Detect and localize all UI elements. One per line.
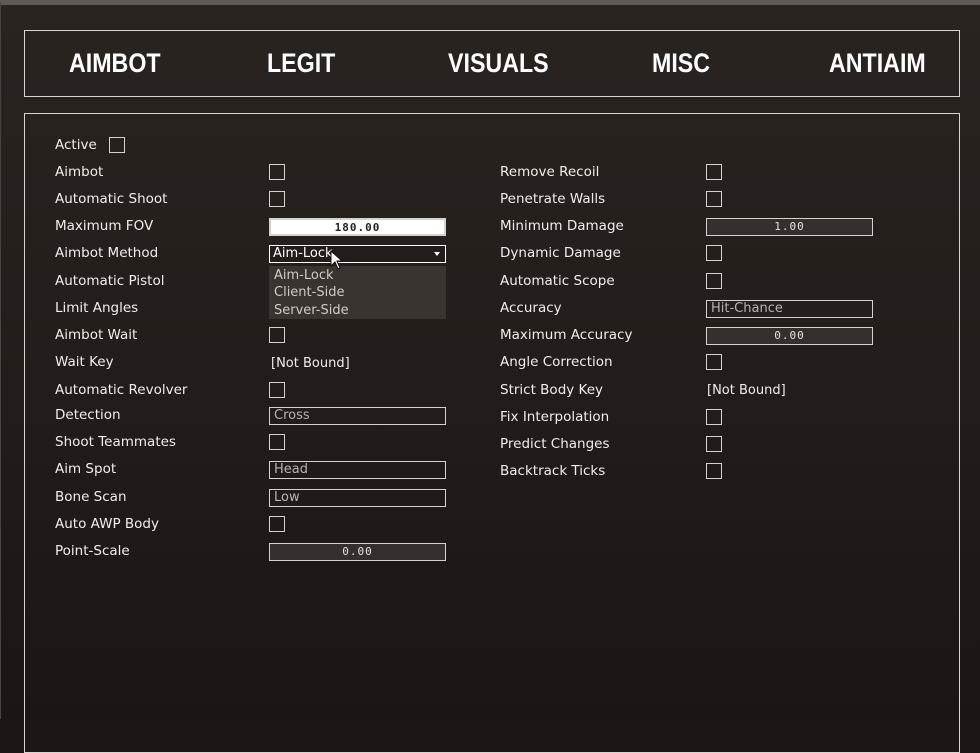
shoot-teammates-checkbox[interactable] (269, 434, 285, 450)
aim-spot-select[interactable]: Head (269, 461, 446, 479)
tab-bar: AIMBOT LEGIT VISUALS MISC ANTIAIM (24, 30, 960, 97)
dynamic-damage-checkbox[interactable] (706, 245, 722, 261)
strict-body-key-label: Strict Body Key (500, 382, 604, 398)
automatic-revolver-checkbox[interactable] (269, 382, 285, 398)
maximum-fov-slider[interactable]: 180.00 (269, 218, 446, 236)
tab-misc[interactable]: MISC (652, 31, 710, 96)
angle-correction-checkbox[interactable] (706, 354, 722, 370)
aim-spot-label: Aim Spot (55, 461, 117, 477)
active-checkbox[interactable] (109, 137, 125, 153)
dynamic-damage-label: Dynamic Damage (500, 245, 621, 261)
strict-body-key-binding[interactable]: [Not Bound] (707, 383, 786, 398)
backtrack-ticks-label: Backtrack Ticks (500, 463, 606, 479)
cheat-menu-window: AIMBOT LEGIT VISUALS MISC ANTIAIM Active… (0, 0, 980, 753)
aimbot-wait-label: Aimbot Wait (55, 327, 138, 343)
mouse-pointer-icon (330, 250, 344, 270)
tab-visuals[interactable]: VISUALS (448, 31, 549, 96)
automatic-scope-label: Automatic Scope (500, 273, 615, 289)
automatic-pistol-label: Automatic Pistol (55, 273, 165, 289)
shoot-teammates-label: Shoot Teammates (55, 434, 176, 450)
wait-key-label: Wait Key (55, 354, 114, 370)
aimbot-wait-checkbox[interactable] (269, 327, 285, 343)
aimbot-method-label: Aimbot Method (55, 245, 159, 261)
angle-correction-label: Angle Correction (500, 354, 613, 370)
automatic-scope-checkbox[interactable] (706, 273, 722, 289)
penetrate-walls-checkbox[interactable] (706, 191, 722, 207)
maximum-accuracy-slider[interactable]: 0.00 (706, 327, 873, 345)
aimbot-method-selected: Aim-Lock (273, 246, 333, 261)
option-client-side[interactable]: Client-Side (274, 285, 344, 301)
detection-label: Detection (55, 407, 121, 423)
aimbot-label: Aimbot (55, 164, 104, 180)
automatic-shoot-checkbox[interactable] (269, 191, 285, 207)
minimum-damage-slider[interactable]: 1.00 (706, 218, 873, 236)
fix-interpolation-label: Fix Interpolation (500, 409, 610, 425)
chevron-down-icon (434, 252, 440, 256)
point-scale-slider[interactable]: 0.00 (269, 543, 446, 561)
predict-changes-label: Predict Changes (500, 436, 610, 452)
bone-scan-label: Bone Scan (55, 489, 127, 505)
tab-antiaim[interactable]: ANTIAIM (829, 31, 926, 96)
minimum-damage-label: Minimum Damage (500, 218, 624, 234)
tab-aimbot[interactable]: AIMBOT (69, 31, 161, 96)
aimbot-method-options: Aim-Lock Client-Side Server-Side (269, 266, 446, 319)
backtrack-ticks-checkbox[interactable] (706, 463, 722, 479)
tab-legit[interactable]: LEGIT (267, 31, 335, 96)
predict-changes-checkbox[interactable] (706, 436, 722, 452)
point-scale-label: Point-Scale (55, 543, 130, 559)
limit-angles-label: Limit Angles (55, 300, 139, 316)
accuracy-label: Accuracy (500, 300, 562, 316)
detection-select[interactable]: Cross (269, 407, 446, 425)
maximum-accuracy-label: Maximum Accuracy (500, 327, 633, 343)
wait-key-binding[interactable]: [Not Bound] (271, 356, 350, 371)
option-server-side[interactable]: Server-Side (274, 303, 349, 319)
remove-recoil-checkbox[interactable] (706, 164, 722, 180)
active-label: Active (55, 137, 97, 153)
aimbot-checkbox[interactable] (269, 164, 285, 180)
aimbot-method-dropdown[interactable]: Aim-Lock (269, 245, 446, 263)
accuracy-select[interactable]: Hit-Chance (706, 300, 873, 318)
fix-interpolation-checkbox[interactable] (706, 409, 722, 425)
automatic-revolver-label: Automatic Revolver (55, 382, 188, 398)
automatic-shoot-label: Automatic Shoot (55, 191, 168, 207)
option-aim-lock[interactable]: Aim-Lock (274, 268, 334, 284)
auto-awp-body-label: Auto AWP Body (55, 516, 159, 532)
remove-recoil-label: Remove Recoil (500, 164, 600, 180)
bone-scan-select[interactable]: Low (269, 489, 446, 507)
maximum-fov-label: Maximum FOV (55, 218, 154, 234)
auto-awp-body-checkbox[interactable] (269, 516, 285, 532)
penetrate-walls-label: Penetrate Walls (500, 191, 606, 207)
